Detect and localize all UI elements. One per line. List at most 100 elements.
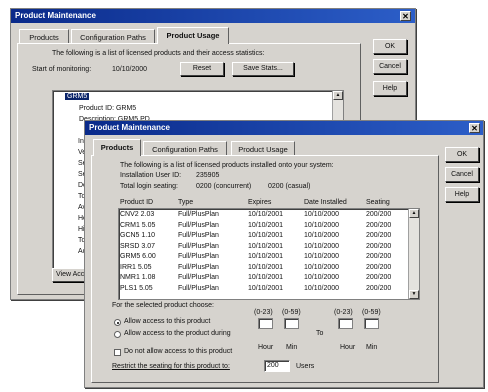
table-cell: 10/10/2001 xyxy=(248,211,284,218)
end-hour-input[interactable] xyxy=(338,318,353,329)
table-cell: 10/10/2000 xyxy=(304,253,340,260)
table-row[interactable]: CNV2 2.03 Full/PlusPlan 10/10/2001 10/10/20… xyxy=(92,211,412,221)
table-row[interactable]: GRM5 6.00 Full/PlusPlan 10/10/2001 10/10/20… xyxy=(92,253,412,263)
table-cell: 10/10/2001 xyxy=(248,242,284,250)
table-row[interactable]: SRSD 3.07 Full/PlusPlan 10/10/2001 10/10/20… xyxy=(92,243,412,253)
table-cell: GCN5 1.10 xyxy=(120,232,156,239)
table-cell: 10/10/2000 xyxy=(304,221,340,229)
back-tab-products[interactable]: Products xyxy=(19,29,69,44)
table-cell: 10/10/2001 xyxy=(248,221,284,229)
tree-clipped-row: In xyxy=(78,138,84,145)
reset-button[interactable]: Reset xyxy=(180,62,224,76)
allow-access-radio[interactable] xyxy=(114,319,121,326)
column-header[interactable]: Expires xyxy=(248,199,271,206)
back-start-label: Start of monitoring: xyxy=(32,66,92,73)
column-header[interactable]: Type xyxy=(178,199,193,206)
table-cell: 10/10/2001 xyxy=(248,284,284,292)
table-cell: 200/200 xyxy=(366,232,392,239)
front-help-button[interactable]: Help xyxy=(445,187,479,202)
front-ok-button[interactable]: OK xyxy=(445,147,479,162)
table-cell: Full/PlusPlan xyxy=(178,253,219,260)
min-label: Min xyxy=(286,344,298,351)
install-user-label: Installation User ID: xyxy=(120,172,182,179)
back-title-bar: Product Maintenance ✕ xyxy=(11,9,415,23)
column-header[interactable]: Date Installed xyxy=(304,199,347,206)
table-cell: 200/200 xyxy=(366,284,392,292)
table-row[interactable]: CRM1 5.05 Full/PlusPlan 10/10/2001 10/10/20… xyxy=(92,222,412,232)
close-icon[interactable]: ✕ xyxy=(400,11,411,21)
back-title: Product Maintenance xyxy=(15,11,96,20)
back-tab-configuration-paths[interactable]: Configuration Paths xyxy=(71,29,155,44)
users-label: Users xyxy=(296,363,315,370)
min-label: Min xyxy=(366,344,378,351)
back-ok-button[interactable]: OK xyxy=(373,39,407,54)
allow-during-label: Allow access to the product during xyxy=(124,330,231,337)
seating-label: Total login seating: xyxy=(120,183,178,190)
close-icon[interactable]: ✕ xyxy=(469,123,480,133)
front-title-bar: Product Maintenance ✕ xyxy=(85,121,483,135)
range-hour-from: (0-23) xyxy=(254,309,273,316)
table-cell: Full/PlusPlan xyxy=(178,284,219,292)
back-cancel-button[interactable]: Cancel xyxy=(373,59,407,74)
range-min-from: (0-59) xyxy=(282,309,301,316)
back-intro-text: The following is a list of licensed prod… xyxy=(52,50,265,57)
table-cell: CNV2 2.03 xyxy=(120,211,155,218)
column-header[interactable]: Product ID xyxy=(120,199,153,206)
front-tab-configuration-paths[interactable]: Configuration Paths xyxy=(143,141,227,156)
start-hour-input[interactable] xyxy=(258,318,273,329)
to-label: To xyxy=(316,330,324,337)
seating-concurrent: 0200 (concurrent) xyxy=(196,183,252,190)
back-start-value: 10/10/2000 xyxy=(112,66,148,73)
table-cell: 10/10/2000 xyxy=(304,274,340,281)
scroll-up-icon[interactable]: ▲ xyxy=(333,91,343,100)
range-hour-to: (0-23) xyxy=(334,309,353,316)
table-cell: Full/PlusPlan xyxy=(178,221,219,229)
hour-label: Hour xyxy=(258,344,274,351)
front-intro-text: The following is a list of licensed prod… xyxy=(120,162,334,169)
table-cell: CRM1 5.05 xyxy=(120,221,156,229)
table-cell: PLS1 5.05 xyxy=(120,284,153,292)
hour-label: Hour xyxy=(340,344,356,351)
back-tab-product-usage[interactable]: Product Usage xyxy=(157,27,229,44)
restrict-label: Restrict the seating for this product to… xyxy=(112,363,230,370)
range-min-to: (0-59) xyxy=(362,309,381,316)
table-cell: 10/10/2000 xyxy=(304,211,340,218)
table-cell: IRR1 5.05 xyxy=(120,263,152,271)
front-tab-products[interactable]: Products xyxy=(93,139,141,156)
table-cell: Full/PlusPlan xyxy=(178,211,219,218)
table-row[interactable]: PLS1 5.05 Full/PlusPlan 10/10/2001 10/10/20… xyxy=(92,285,412,295)
table-cell: 10/10/2001 xyxy=(248,232,284,239)
start-min-input[interactable] xyxy=(284,318,299,329)
table-cell: 200/200 xyxy=(366,274,392,281)
front-tab-product-usage[interactable]: Product Usage xyxy=(231,141,295,156)
table-cell: NMR1 1.08 xyxy=(120,274,156,281)
table-cell: 10/10/2000 xyxy=(304,284,340,292)
table-cell: Full/PlusPlan xyxy=(178,232,219,239)
deny-access-checkbox[interactable] xyxy=(114,349,121,356)
front-tab-panel: The following is a list of licensed prod… xyxy=(91,155,439,383)
back-help-button[interactable]: Help xyxy=(373,81,407,96)
save-stats-button[interactable]: Save Stats... xyxy=(232,62,294,76)
table-cell: Full/PlusPlan xyxy=(178,274,219,281)
table-cell: 10/10/2000 xyxy=(304,242,340,250)
table-row[interactable]: GCN5 1.10 Full/PlusPlan 10/10/2001 10/10/20… xyxy=(92,232,412,242)
column-header[interactable]: Seating xyxy=(366,199,390,206)
table-cell: 10/10/2001 xyxy=(248,274,284,281)
front-title: Product Maintenance xyxy=(89,123,170,132)
front-cancel-button[interactable]: Cancel xyxy=(445,167,479,182)
restrict-seating-input[interactable]: 200 xyxy=(264,360,290,372)
table-cell: 200/200 xyxy=(366,242,392,250)
table-cell: 200/200 xyxy=(366,263,392,271)
table-row[interactable]: IRR1 5.05 Full/PlusPlan 10/10/2001 10/10/20… xyxy=(92,264,412,274)
tree-root-item[interactable]: GRM5 xyxy=(65,93,90,100)
deny-access-label: Do not allow access to this product xyxy=(124,348,233,355)
install-user-value: 235905 xyxy=(196,172,220,179)
table-cell: 10/10/2001 xyxy=(248,253,284,260)
table-row[interactable]: NMR1 1.08 Full/PlusPlan 10/10/2001 10/10/20… xyxy=(92,274,412,284)
choose-label: For the selected product choose: xyxy=(112,302,214,309)
allow-during-radio[interactable] xyxy=(114,331,121,338)
table-cell: Full/PlusPlan xyxy=(178,242,219,250)
seating-casual: 0200 (casual) xyxy=(268,183,311,190)
table-cell: Full/PlusPlan xyxy=(178,263,219,271)
end-min-input[interactable] xyxy=(364,318,379,329)
